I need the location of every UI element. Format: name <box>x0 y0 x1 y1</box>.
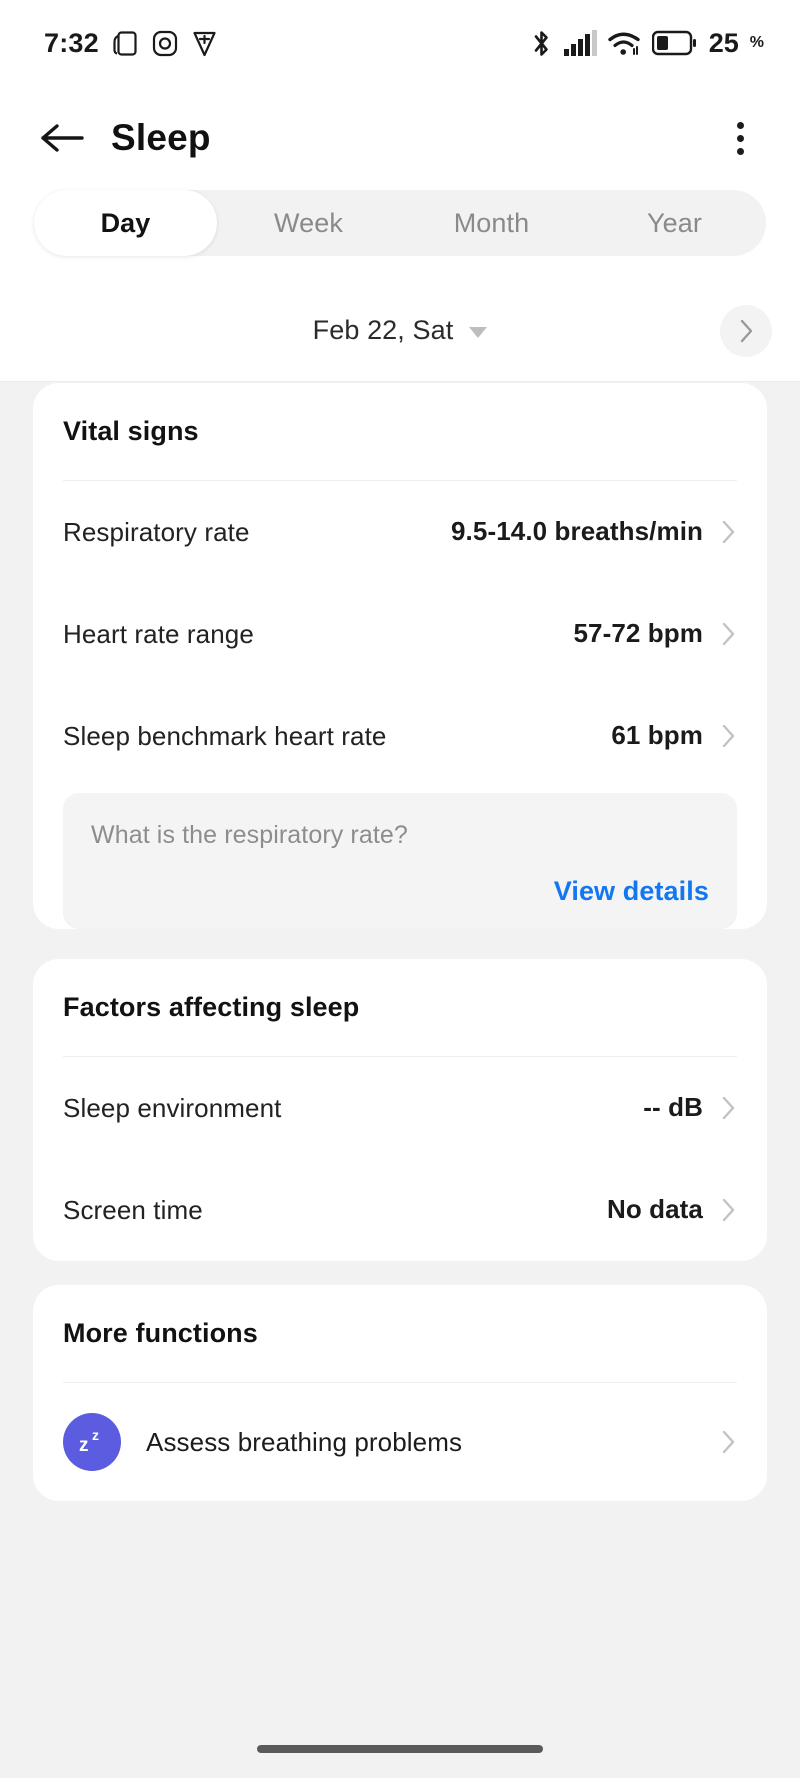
chevron-right-icon <box>703 1428 737 1456</box>
cellular-signal-icon <box>563 29 597 57</box>
chevron-right-icon <box>738 318 755 344</box>
scroll-content[interactable]: Vital signs Respiratory rate 9.5-14.0 br… <box>0 383 800 1778</box>
sleep-zzz-icon-glyph-large: z <box>79 1435 89 1456</box>
row-value: 61 bpm <box>611 720 703 751</box>
status-bar-clock: 7:32 <box>44 27 99 58</box>
row-sleep-benchmark-heart-rate[interactable]: Sleep benchmark heart rate 61 bpm <box>63 685 737 787</box>
more-vertical-icon <box>736 121 744 129</box>
row-assess-breathing-problems[interactable]: z z Assess breathing problems <box>63 1383 737 1501</box>
period-tabs-container: Day Week Month Year <box>0 190 800 280</box>
back-button[interactable] <box>34 110 90 166</box>
row-label: Screen time <box>63 1194 203 1225</box>
row-value: -- dB <box>643 1092 703 1123</box>
selected-date: Feb 22, Sat <box>312 315 454 345</box>
info-question: What is the respiratory rate? <box>91 821 408 849</box>
chevron-right-icon <box>703 1196 737 1224</box>
back-arrow-icon <box>40 121 84 155</box>
row-heart-rate-range[interactable]: Heart rate range 57-72 bpm <box>63 583 737 685</box>
chevron-down-icon <box>469 327 488 338</box>
more-functions-card: More functions z z Assess breathing prob… <box>33 1285 767 1501</box>
overflow-menu-button[interactable] <box>716 110 764 166</box>
status-bar-right: 25 % <box>530 28 764 59</box>
phone-screen: 7:32 25 % Sleep Day Week Month Year Feb … <box>0 0 800 1778</box>
battery-percent-sign: % <box>749 34 764 51</box>
date-picker-button[interactable]: Feb 22, Sat <box>313 315 488 346</box>
page-title: Sleep <box>111 117 211 158</box>
more-vertical-icon-dot3 <box>736 147 744 155</box>
tab-week[interactable]: Week <box>217 190 400 256</box>
tab-month[interactable]: Month <box>400 190 583 256</box>
factors-affecting-sleep-card: Factors affecting sleep Sleep environmen… <box>33 959 767 1261</box>
battery-percentage: 25 <box>708 27 739 58</box>
row-label: Respiratory rate <box>63 516 250 547</box>
vital-signs-title: Vital signs <box>63 416 199 446</box>
chevron-right-icon <box>703 1094 737 1122</box>
status-bar-left: 7:32 <box>44 28 217 59</box>
row-label: Sleep benchmark heart rate <box>63 720 387 751</box>
row-screen-time[interactable]: Screen time No data <box>63 1159 737 1261</box>
gesture-navigation-bar <box>0 1720 800 1778</box>
period-tabs: Day Week Month Year <box>34 190 766 256</box>
tablet-icon <box>113 30 138 57</box>
sleep-zzz-icon: z z <box>63 1413 121 1471</box>
chevron-right-icon <box>703 620 737 648</box>
chevron-right-icon <box>703 722 737 750</box>
view-details-link[interactable]: View details <box>554 876 709 907</box>
date-selector-bar: Feb 22, Sat <box>0 280 800 382</box>
more-vertical-icon-dot2 <box>736 134 744 142</box>
factors-title: Factors affecting sleep <box>63 992 360 1022</box>
sleep-zzz-icon-glyph-small: z <box>92 1427 99 1443</box>
info-link-row: View details <box>91 876 709 907</box>
row-value: No data <box>606 1194 703 1225</box>
battery-icon <box>651 30 696 56</box>
row-value: 9.5-14.0 breaths/min <box>451 516 703 547</box>
bluetooth-icon <box>530 29 553 58</box>
shield-icon <box>192 30 217 57</box>
more-functions-title: More functions <box>63 1318 258 1348</box>
vital-signs-card: Vital signs Respiratory rate 9.5-14.0 br… <box>33 383 767 929</box>
camera-icon <box>152 30 178 57</box>
row-respiratory-rate[interactable]: Respiratory rate 9.5-14.0 breaths/min <box>63 481 737 583</box>
wifi-icon <box>608 30 641 57</box>
home-indicator[interactable] <box>257 1745 543 1753</box>
row-label: Sleep environment <box>63 1092 282 1123</box>
row-value: 57-72 bpm <box>573 618 703 649</box>
row-label: Assess breathing problems <box>146 1426 463 1457</box>
app-bar: Sleep <box>0 86 800 190</box>
row-label: Heart rate range <box>63 618 254 649</box>
respiratory-rate-info-box: What is the respiratory rate? View detai… <box>63 793 737 929</box>
chevron-right-icon <box>703 518 737 546</box>
tab-year[interactable]: Year <box>583 190 766 256</box>
row-sleep-environment[interactable]: Sleep environment -- dB <box>63 1057 737 1159</box>
next-day-button[interactable] <box>720 304 772 357</box>
tab-day[interactable]: Day <box>34 190 217 256</box>
status-bar: 7:32 25 % <box>0 0 800 86</box>
